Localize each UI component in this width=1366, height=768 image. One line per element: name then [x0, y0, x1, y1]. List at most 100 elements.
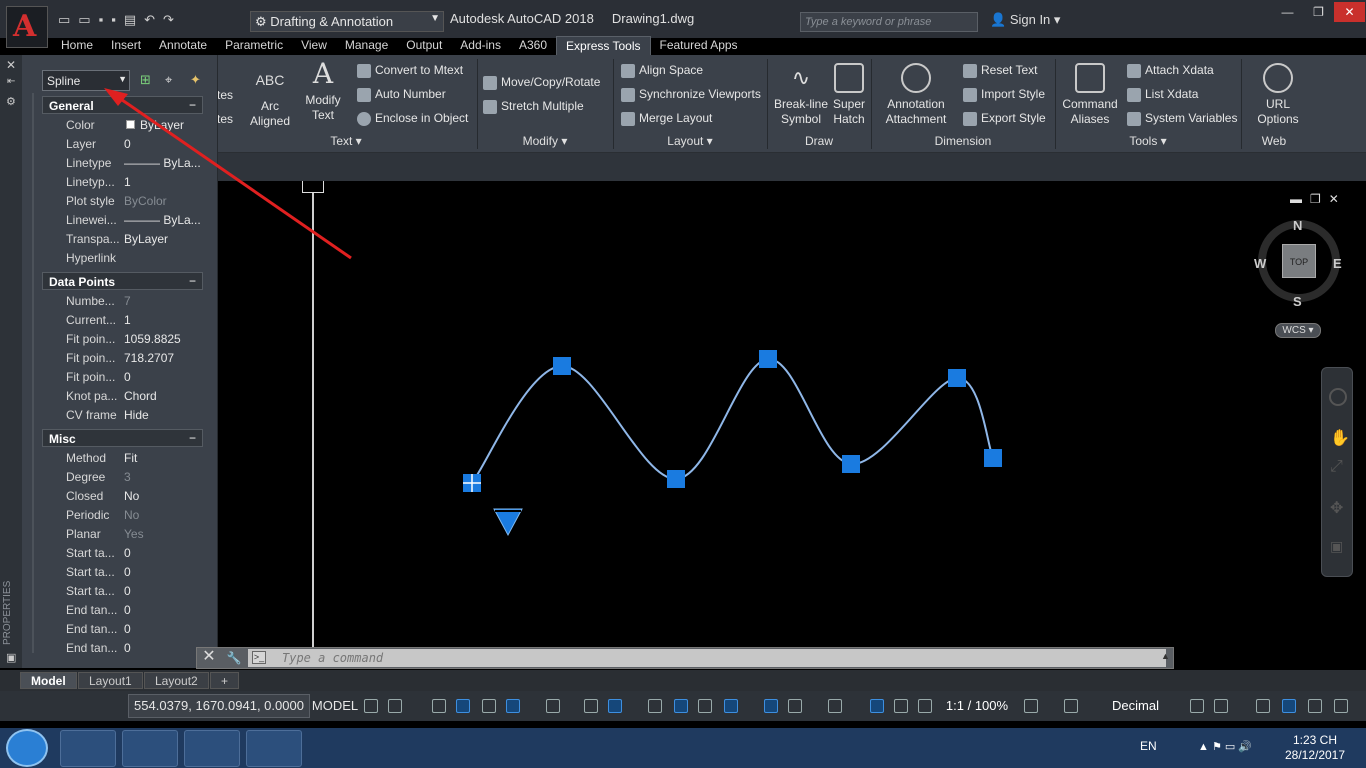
property-row[interactable]: Linewei... ——— ByLa... [42, 211, 203, 230]
property-value[interactable]: 0 [124, 603, 202, 617]
wcs-menu[interactable]: WCS ▾ [1275, 323, 1321, 338]
property-row[interactable]: Method Fit [42, 449, 203, 468]
property-value[interactable]: No [124, 508, 202, 522]
compass-west[interactable]: W [1254, 256, 1266, 271]
property-row[interactable]: Degree 3 [42, 468, 203, 487]
collapse-icon[interactable]: − [189, 98, 196, 112]
property-row[interactable]: End tan... 0 [42, 620, 203, 639]
property-value[interactable]: Chord [124, 389, 202, 403]
quick-properties-icon[interactable] [1190, 699, 1204, 713]
layout-tab-layout1[interactable]: Layout1 [78, 672, 143, 689]
property-value[interactable]: No [124, 489, 202, 503]
property-row[interactable]: Linetyp... 1 [42, 173, 203, 192]
section-data-points[interactable]: Data Points − [42, 272, 203, 290]
annotation-scale-icon[interactable] [918, 699, 932, 713]
spline-grip[interactable] [553, 357, 571, 375]
property-value[interactable]: ByColor [124, 194, 202, 208]
property-row[interactable]: Start ta... 0 [42, 563, 203, 582]
language-indicator[interactable]: EN [1140, 739, 1164, 753]
toggle-pickadd-icon[interactable]: ⊞ [140, 72, 151, 88]
add-layout-button[interactable]: + [210, 672, 240, 689]
property-value[interactable]: ByLayer [140, 118, 218, 132]
hardware-acceleration-icon[interactable] [1282, 699, 1296, 713]
dynamic-ucs-icon[interactable] [764, 699, 778, 713]
steering-wheel-icon[interactable] [1329, 388, 1347, 406]
property-row[interactable]: End tan... 0 [42, 601, 203, 620]
customize-wrench-icon[interactable]: 🔧 [224, 647, 244, 669]
property-row[interactable]: Current... 1 [42, 311, 203, 330]
spline-grip[interactable] [667, 470, 685, 488]
palette-close-icon[interactable]: ✕ [6, 58, 16, 72]
property-value[interactable]: Fit [124, 451, 202, 465]
compass-north[interactable]: N [1293, 218, 1302, 233]
ortho-icon[interactable] [482, 699, 496, 713]
property-value[interactable]: 3 [124, 470, 202, 484]
annotation-visibility-icon[interactable] [870, 699, 884, 713]
zoom-icon[interactable]: ⤢ [1330, 458, 1343, 476]
property-value[interactable]: 0 [124, 137, 202, 151]
property-row[interactable]: Layer 0 [42, 135, 203, 154]
lengthen-grip-triangle[interactable] [493, 508, 523, 537]
palette-settings-icon[interactable]: ⚙ [6, 95, 16, 108]
property-value[interactable]: ——— ByLa... [124, 156, 202, 170]
property-value[interactable]: Yes [124, 527, 202, 541]
property-row[interactable]: Color ByLayer [42, 116, 203, 135]
annotation-scale-dropdown[interactable]: 1:1 / 100% [938, 694, 1016, 718]
property-row[interactable]: Fit poin... 718.2707 [42, 349, 203, 368]
property-value[interactable]: 0 [124, 370, 202, 384]
viewcube-top-face[interactable]: TOP [1282, 244, 1316, 278]
property-row[interactable]: Linetype ——— ByLa... [42, 154, 203, 173]
section-misc[interactable]: Misc − [42, 429, 203, 447]
showmotion-icon[interactable]: ▣ [1330, 538, 1343, 555]
property-row[interactable]: Transpa... ByLayer [42, 230, 203, 249]
quick-select-icon[interactable]: ✦ [190, 72, 201, 88]
property-row[interactable]: Knot pa... Chord [42, 387, 203, 406]
3d-osnap-icon[interactable] [724, 699, 738, 713]
property-value[interactable]: 0 [124, 584, 202, 598]
grid-icon[interactable] [364, 699, 378, 713]
palette-scroll-track[interactable] [32, 93, 34, 653]
property-value[interactable]: 0 [124, 622, 202, 636]
property-value[interactable]: ——— ByLa... [124, 213, 202, 227]
auto-scale-icon[interactable] [894, 699, 908, 713]
collapse-icon[interactable]: − [189, 431, 196, 445]
pan-icon[interactable]: ✋ [1330, 428, 1350, 448]
customization-icon[interactable] [1334, 699, 1348, 713]
property-value[interactable]: 0 [124, 546, 202, 560]
units-dropdown[interactable]: Decimal [1112, 694, 1184, 718]
palette-menu-icon[interactable]: ▣ [6, 651, 16, 664]
isometric-icon[interactable] [546, 699, 560, 713]
transparency-icon[interactable] [674, 699, 688, 713]
snap-icon[interactable] [388, 699, 402, 713]
workspace-switching-icon[interactable] [1024, 699, 1038, 713]
property-value[interactable]: 718.2707 [124, 351, 202, 365]
command-close-icon[interactable]: ✕ [196, 647, 222, 669]
object-snap-tracking-icon[interactable] [584, 699, 598, 713]
property-value[interactable]: Hide [124, 408, 202, 422]
model-space-toggle[interactable]: MODEL [311, 694, 359, 718]
clean-screen-icon[interactable] [1308, 699, 1322, 713]
spline-grip[interactable] [759, 350, 777, 368]
isolate-objects-icon[interactable] [1256, 699, 1270, 713]
property-row[interactable]: Plot style ByColor [42, 192, 203, 211]
property-value[interactable]: ByLayer [124, 232, 202, 246]
tray-icons[interactable]: ▲ ⚑ ▭ 🔊 [1198, 740, 1252, 753]
gizmo-icon[interactable] [828, 699, 842, 713]
palette-autohide-icon[interactable]: ⇤ [7, 76, 15, 87]
compass-east[interactable]: E [1333, 256, 1342, 271]
command-input[interactable]: Type a command [248, 649, 1166, 667]
annotation-monitor-icon[interactable] [1064, 699, 1078, 713]
select-objects-icon[interactable]: ⌖ [165, 72, 172, 88]
property-value[interactable]: 0 [124, 565, 202, 579]
coordinates-display[interactable]: 554.0379, 1670.0941, 0.0000 [128, 694, 310, 718]
property-row[interactable]: CV frame Hide [42, 406, 203, 425]
property-row[interactable]: Fit poin... 0 [42, 368, 203, 387]
property-value[interactable]: 7 [124, 294, 202, 308]
property-row[interactable]: Fit poin... 1059.8825 [42, 330, 203, 349]
windows-start-icon[interactable] [6, 729, 48, 767]
navigation-bar[interactable]: ✋ ⤢ ✥ ▣ [1321, 367, 1353, 577]
spline-grip[interactable] [984, 449, 1002, 467]
section-general[interactable]: General − [42, 96, 203, 114]
layout-tab-layout2[interactable]: Layout2 [144, 672, 209, 689]
taskbar-skype-icon[interactable] [60, 730, 116, 767]
